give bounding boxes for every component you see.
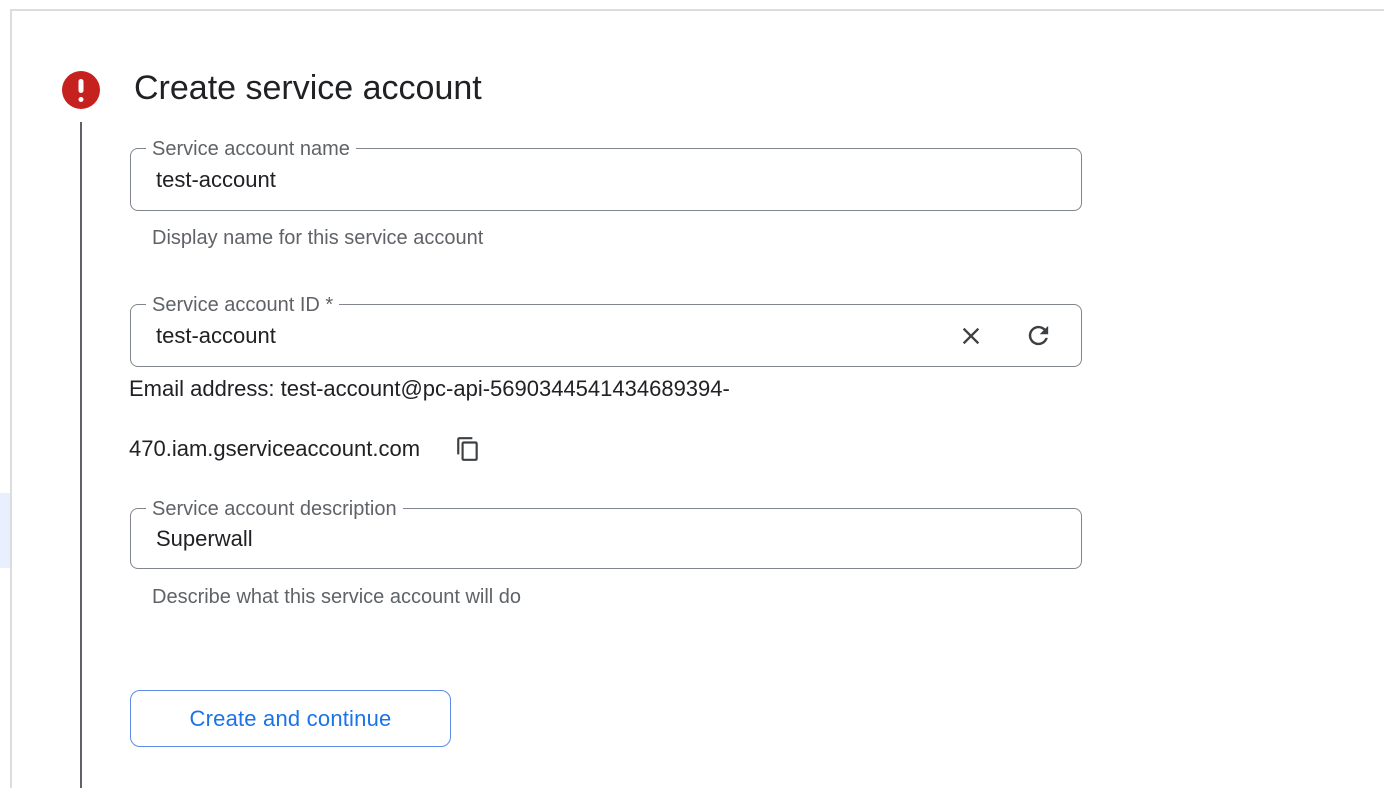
service-account-description-helper: Describe what this service account will … xyxy=(152,585,521,609)
create-and-continue-button[interactable]: Create and continue xyxy=(130,690,451,747)
error-icon-bar xyxy=(79,79,84,93)
email-address-text-line2: 470.iam.gserviceaccount.com xyxy=(129,436,481,462)
error-icon-dot xyxy=(79,97,84,102)
email-address-text-line1: Email address: test-account@pc-api-56903… xyxy=(129,376,730,402)
stepper-line xyxy=(80,122,82,788)
refresh-icon xyxy=(1024,321,1053,350)
clear-button[interactable] xyxy=(957,322,985,350)
page-title: Create service account xyxy=(134,65,482,111)
service-account-name-helper: Display name for this service account xyxy=(152,226,483,250)
service-account-name-input[interactable] xyxy=(131,149,1081,210)
service-account-id-input[interactable] xyxy=(131,305,931,366)
refresh-button[interactable] xyxy=(1024,322,1052,350)
panel-top-border xyxy=(10,9,1384,11)
email-address-text-line2-value: 470.iam.gserviceaccount.com xyxy=(129,436,420,462)
clear-icon xyxy=(957,322,985,350)
copy-icon xyxy=(455,436,481,462)
service-account-description-field: Service account description xyxy=(130,508,1082,569)
id-field-actions xyxy=(957,322,1052,350)
service-account-id-field: Service account ID * xyxy=(130,304,1082,367)
service-account-description-input[interactable] xyxy=(131,509,1081,568)
error-icon xyxy=(62,71,100,109)
copy-button[interactable] xyxy=(455,436,481,462)
service-account-name-field: Service account name xyxy=(130,148,1082,211)
panel-left-border xyxy=(10,9,12,788)
background-fragment xyxy=(0,493,10,568)
